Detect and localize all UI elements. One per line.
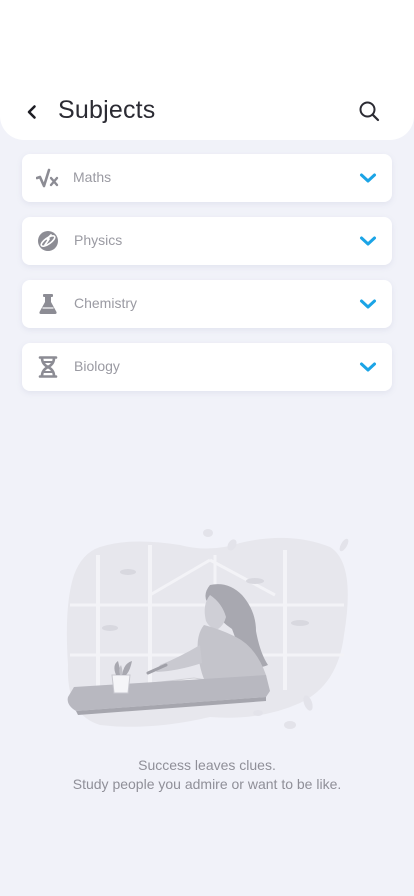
dna-icon xyxy=(35,355,61,379)
subject-label: Maths xyxy=(73,169,112,185)
subject-item-biology[interactable]: Biology xyxy=(22,343,392,391)
square-root-icon xyxy=(35,166,61,190)
chevron-down-icon[interactable] xyxy=(358,295,378,313)
search-icon xyxy=(359,101,380,122)
quote-line-2: Study people you admire or want to be li… xyxy=(72,776,342,792)
subject-label: Physics xyxy=(74,232,123,248)
subject-label: Biology xyxy=(74,358,120,374)
app-header: Subjects xyxy=(0,0,414,140)
subject-label: Chemistry xyxy=(74,295,138,311)
subjects-screen: Subjects Maths Physics Chemistry Biology… xyxy=(0,0,414,896)
chevron-down-icon[interactable] xyxy=(358,358,378,376)
subject-item-physics[interactable]: Physics xyxy=(22,217,392,265)
chevron-left-icon xyxy=(27,105,36,119)
chevron-down-icon[interactable] xyxy=(358,169,378,187)
back-button[interactable] xyxy=(18,98,46,126)
subject-item-maths[interactable]: Maths xyxy=(22,154,392,202)
subject-item-chemistry[interactable]: Chemistry xyxy=(22,280,392,328)
flask-icon xyxy=(35,292,61,316)
atom-icon xyxy=(35,229,61,253)
search-button[interactable] xyxy=(354,96,384,126)
page-title: Subjects xyxy=(58,96,156,124)
studying-illustration xyxy=(66,529,349,729)
chevron-down-icon[interactable] xyxy=(358,232,378,250)
quote-line-1: Success leaves clues. xyxy=(138,757,276,773)
